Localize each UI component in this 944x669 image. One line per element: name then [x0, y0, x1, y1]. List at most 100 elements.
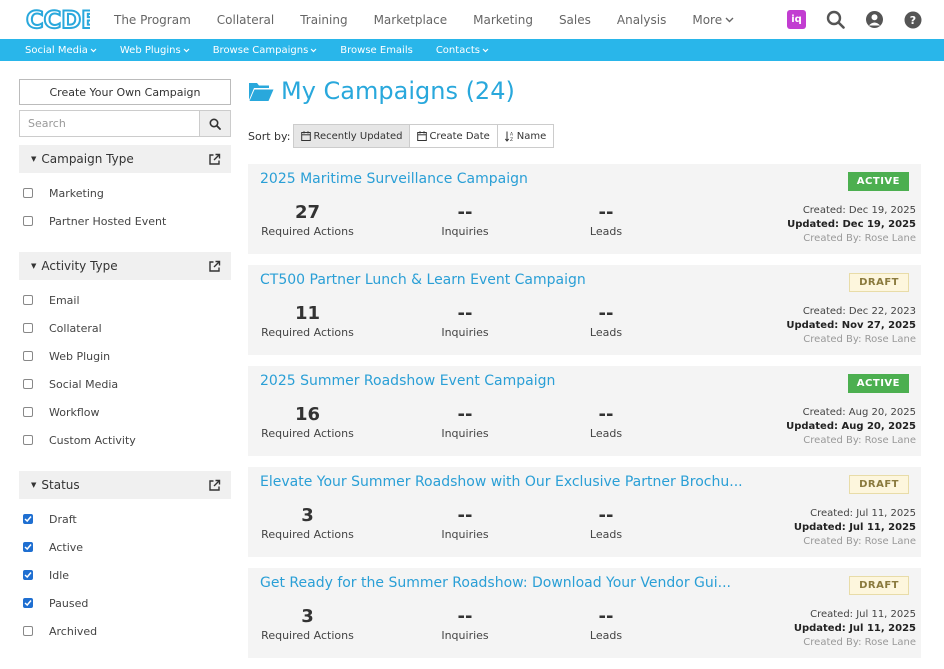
filter-custom-activity[interactable]: Custom Activity	[19, 426, 231, 454]
checkbox[interactable]	[23, 295, 33, 305]
nav-more-label: More	[692, 12, 723, 27]
filter-idle[interactable]: Idle	[19, 561, 231, 589]
checkbox[interactable]	[23, 323, 33, 333]
sort-create-date[interactable]: Create Date	[409, 124, 498, 148]
chevron-down-icon	[90, 48, 97, 52]
help-icon[interactable]: ?	[904, 11, 922, 29]
sort-recently-updated[interactable]: Recently Updated	[293, 124, 411, 148]
main-nav: The Program Collateral Training Marketpl…	[114, 0, 760, 39]
filter-label: Draft	[49, 512, 77, 526]
checkbox[interactable]	[23, 216, 33, 226]
external-link-icon[interactable]	[208, 479, 221, 492]
checkbox-checked[interactable]	[23, 542, 33, 552]
filter-archived[interactable]: Archived	[19, 617, 231, 645]
iq-icon[interactable]: iq	[787, 10, 806, 29]
checkbox-checked[interactable]	[23, 570, 33, 580]
campaign-dates: Created: Aug 20, 2025 Updated: Aug 20, 2…	[786, 406, 916, 448]
filter-label: Social Media	[49, 377, 119, 391]
filter-paused[interactable]: Paused	[19, 589, 231, 617]
nav-marketplace[interactable]: Marketplace	[374, 13, 448, 27]
campaign-card[interactable]: 2025 Summer Roadshow Event Campaign ACTI…	[248, 366, 921, 456]
create-campaign-button[interactable]: Create Your Own Campaign	[19, 79, 231, 105]
nav-sales[interactable]: Sales	[559, 13, 591, 27]
subnav-browse-emails[interactable]: Browse Emails	[340, 45, 413, 56]
campaign-card[interactable]: Elevate Your Summer Roadshow with Our Ex…	[248, 467, 921, 557]
filter-marketing[interactable]: Marketing	[19, 179, 231, 207]
leads-label: Leads	[589, 427, 623, 440]
updated-date: Updated: Dec 19, 2025	[787, 219, 916, 230]
filter-active[interactable]: Active	[19, 533, 231, 561]
external-link-icon[interactable]	[208, 153, 221, 166]
status-header[interactable]: ▼ Status	[19, 471, 231, 499]
checkbox[interactable]	[23, 626, 33, 636]
filter-email[interactable]: Email	[19, 286, 231, 314]
nav-marketing[interactable]: Marketing	[473, 13, 533, 27]
search-input[interactable]	[19, 110, 200, 137]
subnav-social-media[interactable]: Social Media	[25, 45, 97, 56]
nav-more[interactable]: More	[692, 13, 734, 27]
nav-collateral[interactable]: Collateral	[217, 13, 274, 27]
nav-training[interactable]: Training	[300, 13, 347, 27]
filter-workflow[interactable]: Workflow	[19, 398, 231, 426]
search-button[interactable]	[200, 110, 231, 137]
user-icon[interactable]	[865, 10, 884, 29]
caret-down-icon: ▼	[31, 155, 37, 163]
filter-partner-hosted-event[interactable]: Partner Hosted Event	[19, 207, 231, 235]
activity-type-title-wrap: ▼ Activity Type	[31, 259, 118, 273]
svg-text:?: ?	[910, 14, 916, 27]
campaign-type-title-wrap: ▼ Campaign Type	[31, 152, 134, 166]
checkbox[interactable]	[23, 351, 33, 361]
checkbox-checked[interactable]	[23, 598, 33, 608]
secondary-nav: Social Media Web Plugins Browse Campaign…	[0, 39, 944, 61]
checkbox-checked[interactable]	[23, 514, 33, 524]
campaign-name[interactable]: 2025 Maritime Surveillance Campaign	[260, 171, 528, 187]
nav-analysis[interactable]: Analysis	[617, 13, 666, 27]
required-actions-label: Required Actions	[261, 528, 354, 541]
campaign-name[interactable]: 2025 Summer Roadshow Event Campaign	[260, 373, 555, 389]
campaign-name[interactable]: Elevate Your Summer Roadshow with Our Ex…	[260, 474, 743, 490]
calendar-icon	[417, 131, 428, 141]
required-actions-value: 3	[301, 606, 314, 627]
campaign-card[interactable]: CT500 Partner Lunch & Learn Event Campai…	[248, 265, 921, 355]
filter-label: Collateral	[49, 321, 102, 335]
checkbox[interactable]	[23, 407, 33, 417]
nav-the-program[interactable]: The Program	[114, 13, 191, 27]
campaign-card[interactable]: 2025 Maritime Surveillance Campaign ACTI…	[248, 164, 921, 254]
filter-social-media[interactable]: Social Media	[19, 370, 231, 398]
sort-name[interactable]: AZ Name	[496, 124, 555, 148]
subnav-web-plugins[interactable]: Web Plugins	[120, 45, 190, 56]
chevron-down-icon	[482, 48, 489, 52]
campaign-name[interactable]: Get Ready for the Summer Roadshow: Downl…	[260, 575, 731, 591]
logo-text: CCDE	[26, 6, 90, 33]
campaign-type-header[interactable]: ▼ Campaign Type	[19, 145, 231, 173]
search-icon[interactable]	[826, 10, 845, 29]
external-link-icon[interactable]	[208, 260, 221, 273]
leads-value: --	[598, 606, 614, 627]
ccde-logo[interactable]: CCDE	[26, 5, 90, 33]
checkbox[interactable]	[23, 188, 33, 198]
checkbox[interactable]	[23, 435, 33, 445]
filter-web-plugin[interactable]: Web Plugin	[19, 342, 231, 370]
campaign-card[interactable]: Get Ready for the Summer Roadshow: Downl…	[248, 568, 921, 658]
inquiries-value: --	[457, 606, 473, 627]
inquiries-label: Inquiries	[441, 629, 489, 642]
filter-collateral[interactable]: Collateral	[19, 314, 231, 342]
campaign-dates: Created: Dec 19, 2025 Updated: Dec 19, 2…	[787, 204, 916, 246]
top-icons: iq ?	[767, 0, 922, 39]
svg-text:A: A	[510, 131, 514, 137]
created-date: Created: Jul 11, 2025	[810, 609, 916, 620]
subnav-browse-campaigns[interactable]: Browse Campaigns	[213, 45, 318, 56]
filter-draft[interactable]: Draft	[19, 505, 231, 533]
activity-type-header[interactable]: ▼ Activity Type	[19, 252, 231, 280]
leads-label: Leads	[589, 629, 623, 642]
required-actions-value: 27	[294, 202, 321, 223]
checkbox[interactable]	[23, 379, 33, 389]
inquiries-metric: -- Inquiries	[428, 202, 502, 238]
subnav-label: Browse Emails	[340, 44, 413, 56]
campaign-name[interactable]: CT500 Partner Lunch & Learn Event Campai…	[260, 272, 586, 288]
search-row	[19, 110, 231, 137]
subnav-contacts[interactable]: Contacts	[436, 45, 489, 56]
status-list: Draft Active Idle Paused Archived	[19, 499, 231, 645]
svg-text:Z: Z	[510, 137, 513, 142]
main-content: My Campaigns (24) Sort by: Recently Upda…	[248, 75, 921, 669]
